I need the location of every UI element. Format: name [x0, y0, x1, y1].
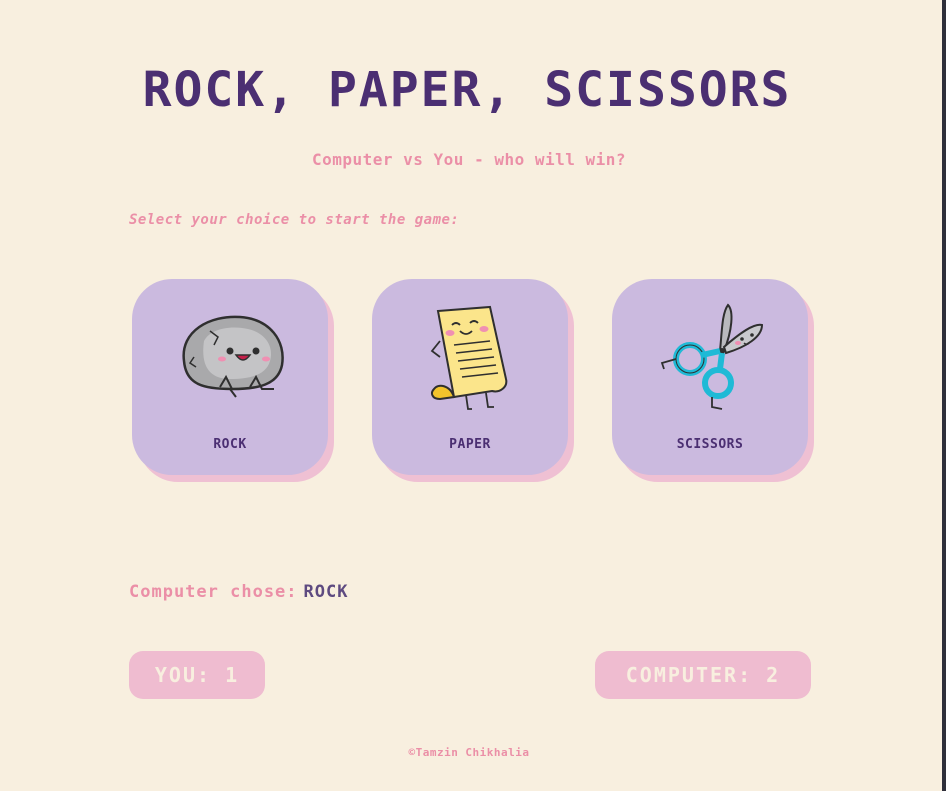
computer-choice-readout: Computer chose: ROCK: [129, 582, 348, 602]
computer-chose-label: Computer chose:: [129, 582, 298, 602]
scissors-icon: [660, 303, 764, 410]
computer-score-badge: COMPUTER: 2: [595, 651, 811, 699]
page-subtitle: Computer vs You - who will win?: [311, 150, 627, 169]
scissors-choice-button[interactable]: SCISSORS: [612, 279, 808, 475]
paper-label: PAPER: [449, 437, 491, 452]
rock-icon: [182, 315, 284, 398]
paper-icon: [430, 305, 508, 410]
paper-choice-button[interactable]: PAPER: [372, 279, 568, 475]
rock-label: ROCK: [213, 437, 247, 452]
computer-choice-value: ROCK: [303, 582, 349, 602]
choice-prompt: Select your choice to start the game:: [129, 212, 460, 228]
page-title: ROCK, PAPER, SCISSORS: [142, 62, 792, 118]
footer-credit: ©Tamzin Chikhalia: [408, 746, 530, 759]
window-edge: [942, 0, 946, 791]
rock-choice-button[interactable]: ROCK: [132, 279, 328, 475]
scissors-label: SCISSORS: [676, 437, 744, 452]
player-score-badge: YOU: 1: [129, 651, 265, 699]
